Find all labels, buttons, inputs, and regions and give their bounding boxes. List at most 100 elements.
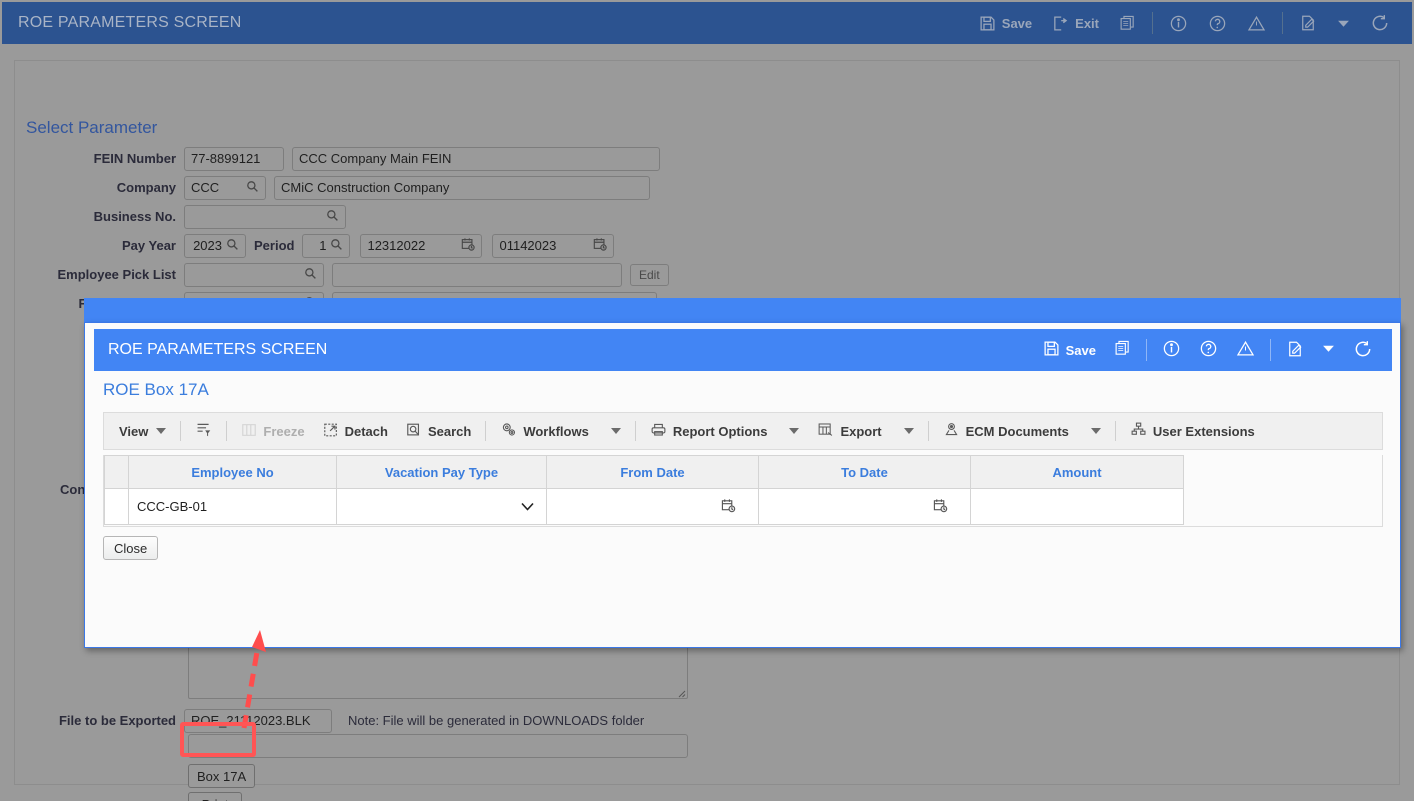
grid-report-options-label: Report Options: [672, 423, 768, 439]
column-header-amount[interactable]: Amount: [970, 455, 1184, 489]
page-title: ROE PARAMETERS SCREEN: [18, 14, 242, 31]
period-to-date-input[interactable]: 01142023: [492, 233, 615, 258]
grid-user-extensions-button[interactable]: User Extensions: [1121, 417, 1264, 445]
warning-button[interactable]: [1237, 10, 1276, 37]
help-icon: [1208, 14, 1227, 33]
row-selector-cell[interactable]: [104, 488, 129, 525]
modal-copy-button[interactable]: [1105, 336, 1140, 364]
pay-year-label: Pay Year: [122, 238, 176, 253]
help-button[interactable]: [1198, 10, 1237, 37]
period-from-date-input[interactable]: 12312022: [360, 233, 483, 258]
user-extensions-icon: [1130, 421, 1147, 441]
refresh-icon: [1370, 13, 1390, 33]
roe-box-17a-grid-wrapper: Employee No Vacation Pay Type From Date …: [103, 455, 1383, 527]
cell-employee-no[interactable]: CCC-GB-01: [128, 488, 337, 525]
grid-view-label: View: [119, 423, 149, 439]
refresh-button[interactable]: [1360, 9, 1400, 37]
modal-toolbar-divider-2: [1270, 339, 1271, 361]
grid-query-by-example-button[interactable]: [186, 417, 221, 445]
company-label: Company: [116, 180, 176, 195]
modal-save-button[interactable]: Save: [1034, 336, 1105, 364]
cell-from-date[interactable]: [546, 488, 759, 525]
grid-toolbar-divider-2: [226, 421, 228, 441]
pay-year-input[interactable]: 2023: [184, 233, 246, 258]
exit-button[interactable]: Exit: [1042, 11, 1109, 36]
grid-export-button[interactable]: Export: [808, 417, 922, 445]
calendar-icon[interactable]: [721, 498, 736, 516]
employee-pick-list-input[interactable]: [184, 262, 324, 287]
period-value: 1: [319, 238, 327, 253]
edit-button[interactable]: Edit: [630, 263, 669, 286]
table-header-row: Employee No Vacation Pay Type From Date …: [104, 455, 1184, 489]
close-button[interactable]: Close: [103, 536, 159, 560]
modal-warning-button[interactable]: [1227, 335, 1264, 365]
cell-amount[interactable]: [970, 488, 1184, 525]
grid-workflows-label: Workflows: [523, 423, 589, 439]
modal-info-button[interactable]: [1153, 335, 1190, 365]
freeze-icon: [241, 422, 257, 441]
grid-report-options-button[interactable]: Report Options: [641, 417, 809, 445]
info-button[interactable]: [1159, 10, 1198, 37]
screenshot-root: ROE PARAMETERS SCREEN Save Exit Select P…: [0, 0, 1414, 801]
info-icon: [1162, 339, 1181, 361]
cell-vacation-pay-type[interactable]: [336, 488, 547, 525]
modal-title: ROE PARAMETERS SCREEN: [108, 341, 328, 358]
warning-icon: [1247, 14, 1266, 33]
search-icon[interactable]: [330, 238, 343, 254]
modal-notes-dropdown-button[interactable]: [1313, 338, 1344, 362]
refresh-icon: [1353, 339, 1373, 362]
save-button[interactable]: Save: [969, 11, 1042, 36]
print-button[interactable]: Print: [188, 792, 242, 801]
chevron-down-icon: [1337, 17, 1350, 30]
grid-workflows-button[interactable]: Workflows: [491, 417, 630, 445]
save-icon: [1043, 340, 1060, 360]
notes-icon: [1286, 340, 1304, 361]
notes-dropdown-button[interactable]: [1327, 13, 1360, 34]
toolbar-divider-2: [1282, 12, 1283, 34]
company-description-value: CMiC Construction Company: [281, 180, 450, 195]
fein-value: 77-8899121: [191, 151, 261, 166]
save-icon: [979, 15, 996, 32]
column-header-employee-no[interactable]: Employee No: [128, 455, 337, 489]
fein-input[interactable]: 77-8899121: [184, 146, 284, 171]
column-header-vacation-pay-type[interactable]: Vacation Pay Type: [336, 455, 547, 489]
modal-refresh-button[interactable]: [1344, 335, 1382, 366]
column-header-to-date[interactable]: To Date: [758, 455, 971, 489]
search-icon[interactable]: [304, 267, 317, 283]
calendar-icon[interactable]: [933, 498, 948, 516]
exit-button-label: Exit: [1075, 15, 1099, 31]
resize-handle-icon[interactable]: [674, 685, 686, 698]
grid-ecm-documents-button[interactable]: ECM Documents: [934, 417, 1110, 445]
table-row[interactable]: CCC-GB-01: [104, 488, 1184, 525]
grid-search-button[interactable]: Search: [397, 418, 480, 445]
search-icon[interactable]: [246, 180, 259, 196]
export-status-field[interactable]: [188, 734, 688, 758]
company-input[interactable]: CCC: [184, 175, 266, 200]
chevron-down-icon: [789, 428, 800, 434]
grid-user-extensions-label: User Extensions: [1152, 423, 1255, 439]
box-17a-button[interactable]: Box 17A: [188, 764, 256, 788]
search-icon[interactable]: [326, 209, 339, 225]
grid-view-button[interactable]: View: [110, 420, 175, 443]
grid-detach-button[interactable]: Detach: [314, 418, 397, 445]
modal-notes-button[interactable]: [1277, 336, 1313, 365]
column-header-from-date[interactable]: From Date: [546, 455, 759, 489]
cell-to-date[interactable]: [758, 488, 971, 525]
notes-button[interactable]: [1289, 10, 1327, 36]
calendar-icon[interactable]: [593, 237, 608, 254]
copy-button[interactable]: [1109, 11, 1146, 36]
employee-pick-list-description-input[interactable]: [332, 262, 622, 287]
chevron-down-icon[interactable]: [521, 500, 534, 514]
modal-help-button[interactable]: [1190, 335, 1227, 365]
calendar-icon[interactable]: [461, 237, 476, 254]
search-icon[interactable]: [226, 238, 239, 254]
business-no-input[interactable]: [184, 204, 346, 229]
file-to-be-exported-input[interactable]: ROE_21112023.BLK: [184, 708, 332, 733]
grid-toolbar-divider-6: [1114, 421, 1116, 441]
period-input[interactable]: 1: [302, 233, 351, 258]
chevron-down-icon: [1322, 342, 1335, 358]
fein-description-input[interactable]: CCC Company Main FEIN: [292, 146, 660, 171]
search-icon: [406, 422, 422, 441]
query-by-example-icon: [195, 421, 212, 441]
company-description-input[interactable]: CMiC Construction Company: [274, 175, 650, 200]
